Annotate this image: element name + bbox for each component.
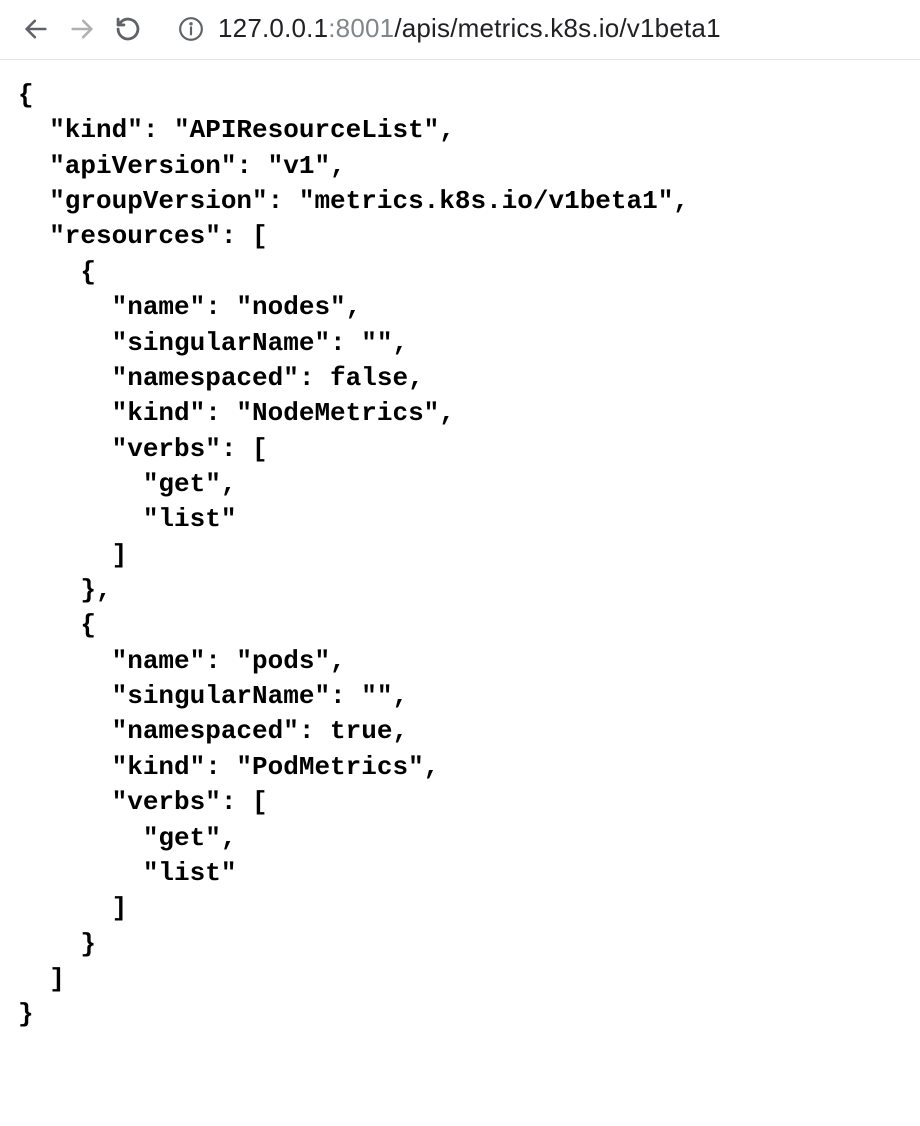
url-path: /apis/metrics.k8s.io/v1beta1 [394,13,720,43]
url-text: 127.0.0.1:8001/apis/metrics.k8s.io/v1bet… [218,13,721,44]
back-icon[interactable] [22,15,50,43]
site-info-icon[interactable] [178,16,204,42]
forward-icon[interactable] [68,15,96,43]
json-response-body: { "kind": "APIResourceList", "apiVersion… [0,60,920,1057]
reload-icon[interactable] [114,15,142,43]
address-bar[interactable]: 127.0.0.1:8001/apis/metrics.k8s.io/v1bet… [178,13,902,44]
browser-toolbar: 127.0.0.1:8001/apis/metrics.k8s.io/v1bet… [0,0,920,60]
url-host: 127.0.0.1 [218,13,328,43]
url-port: :8001 [328,13,394,43]
